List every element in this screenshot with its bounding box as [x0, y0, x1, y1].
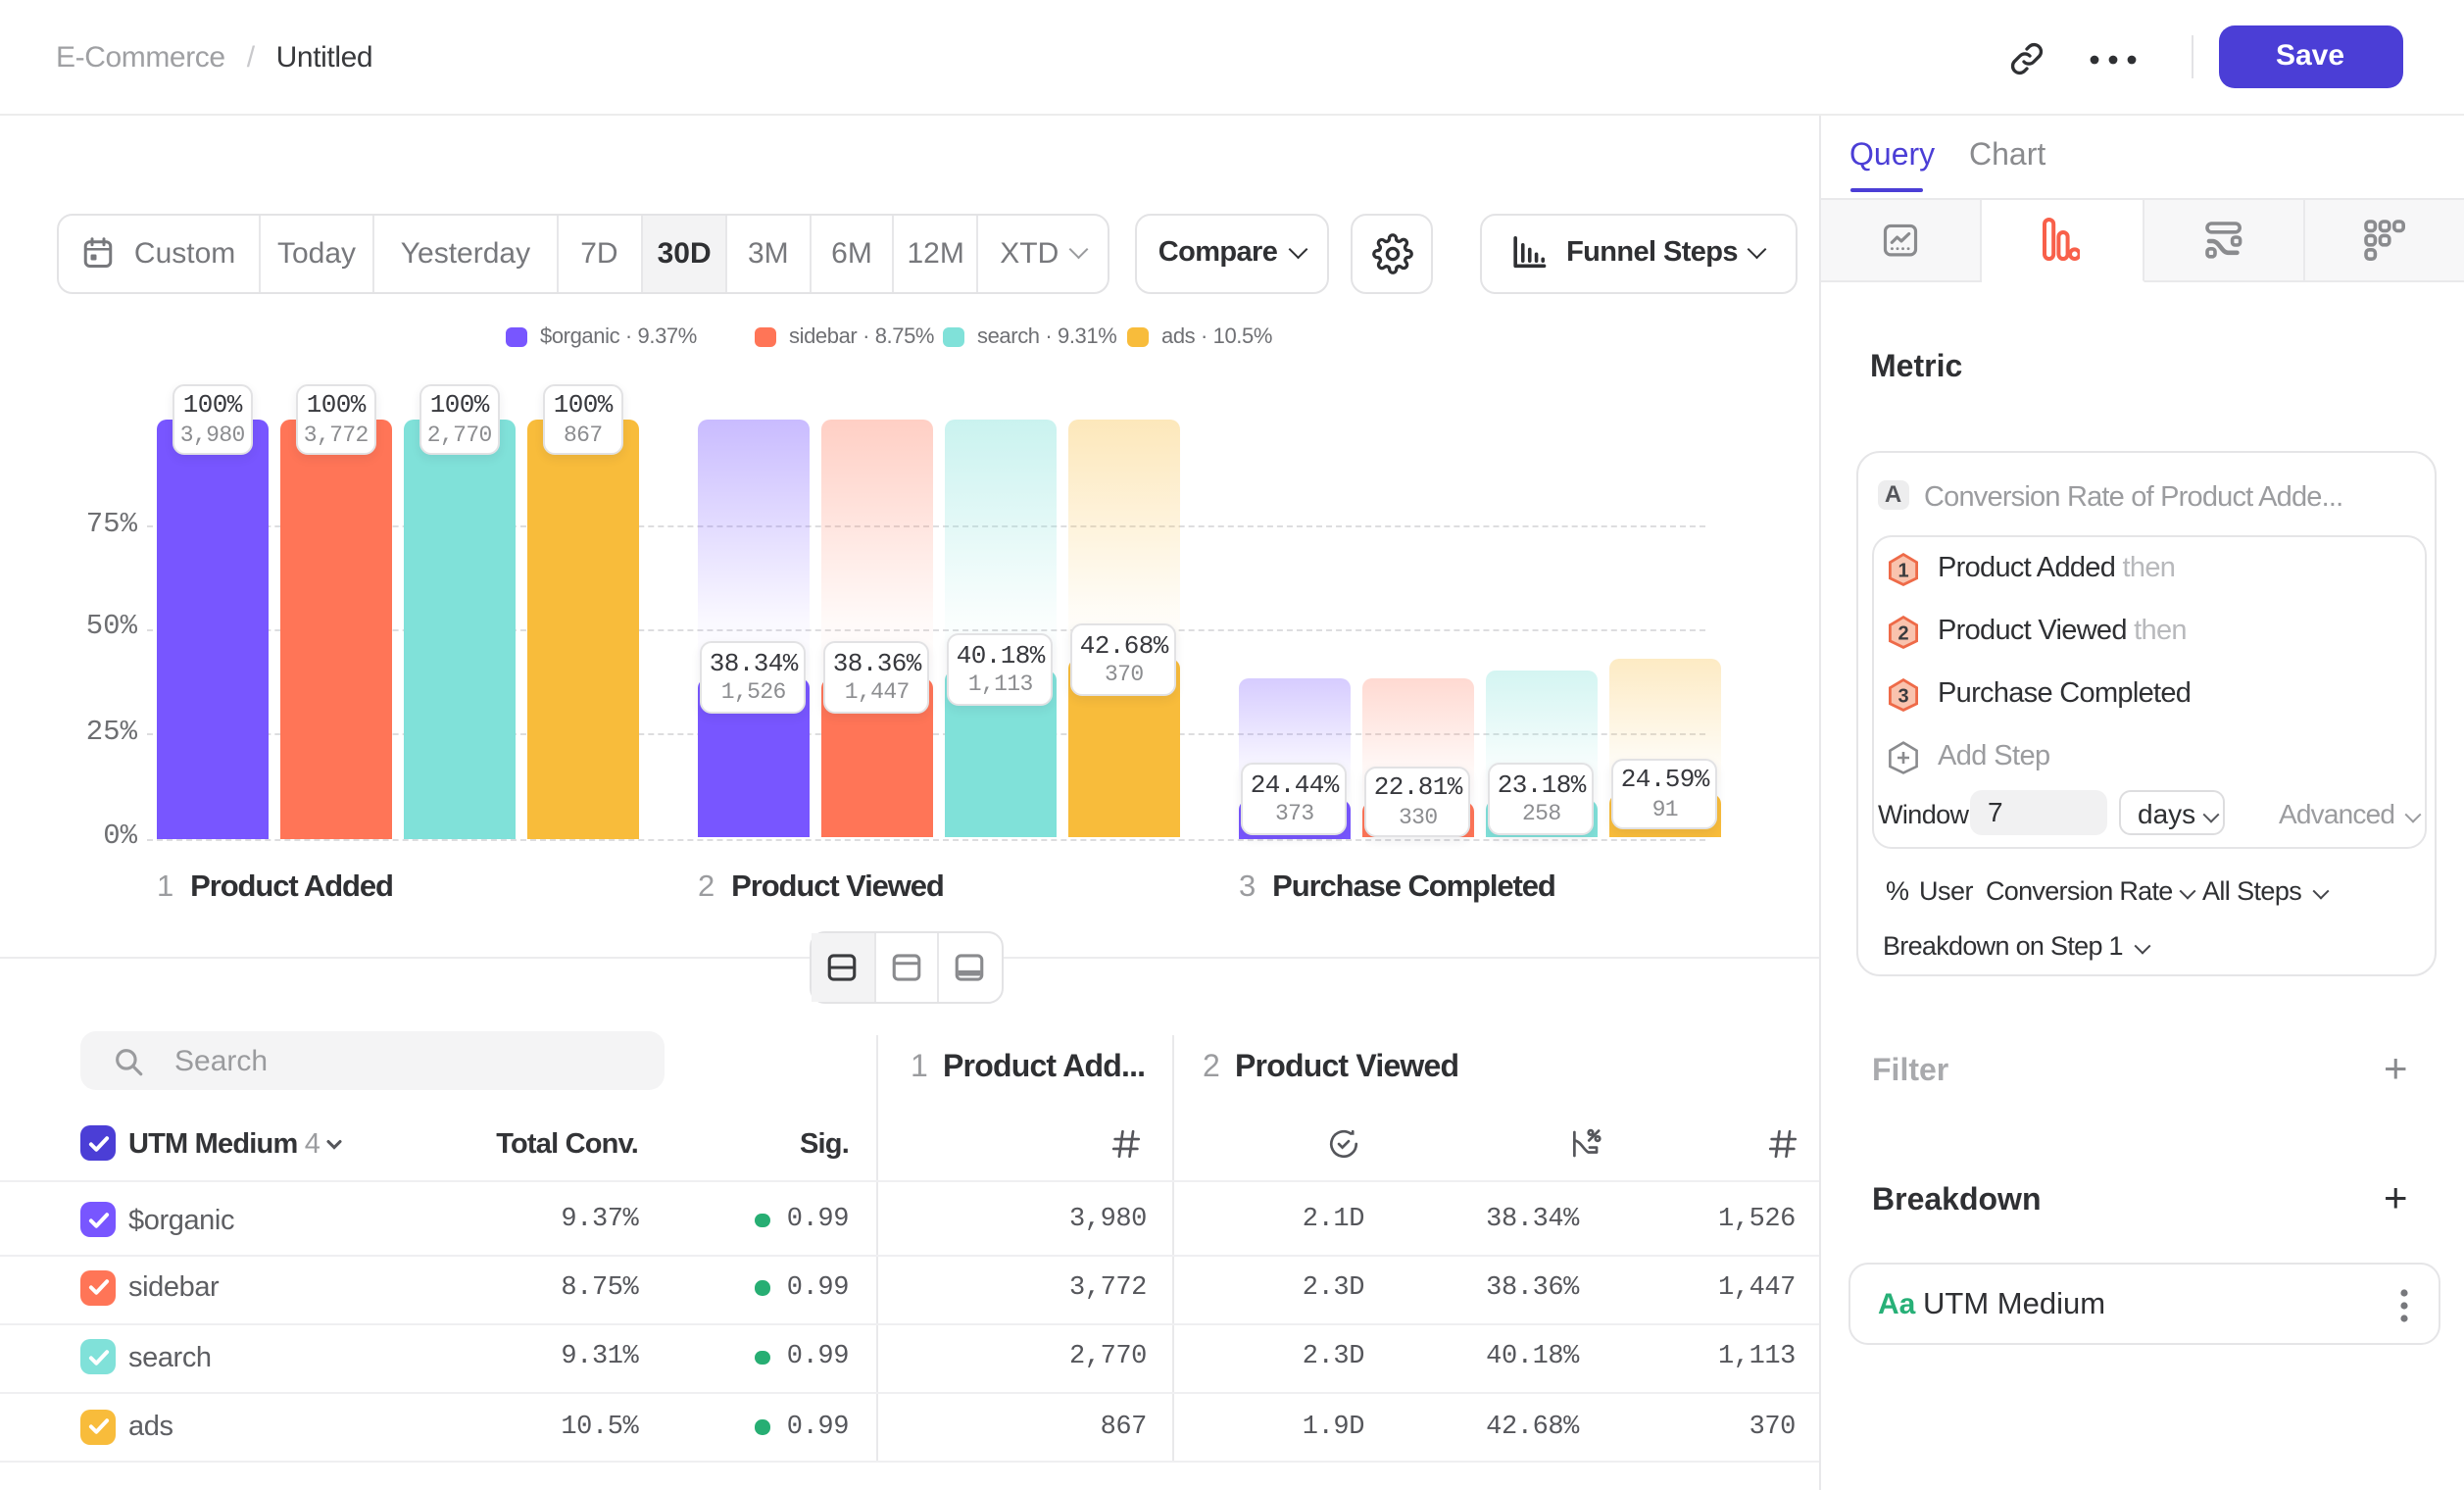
svg-text:3: 3	[1897, 685, 1908, 707]
svg-text:2: 2	[1897, 622, 1908, 644]
svg-text:1: 1	[1897, 560, 1908, 581]
